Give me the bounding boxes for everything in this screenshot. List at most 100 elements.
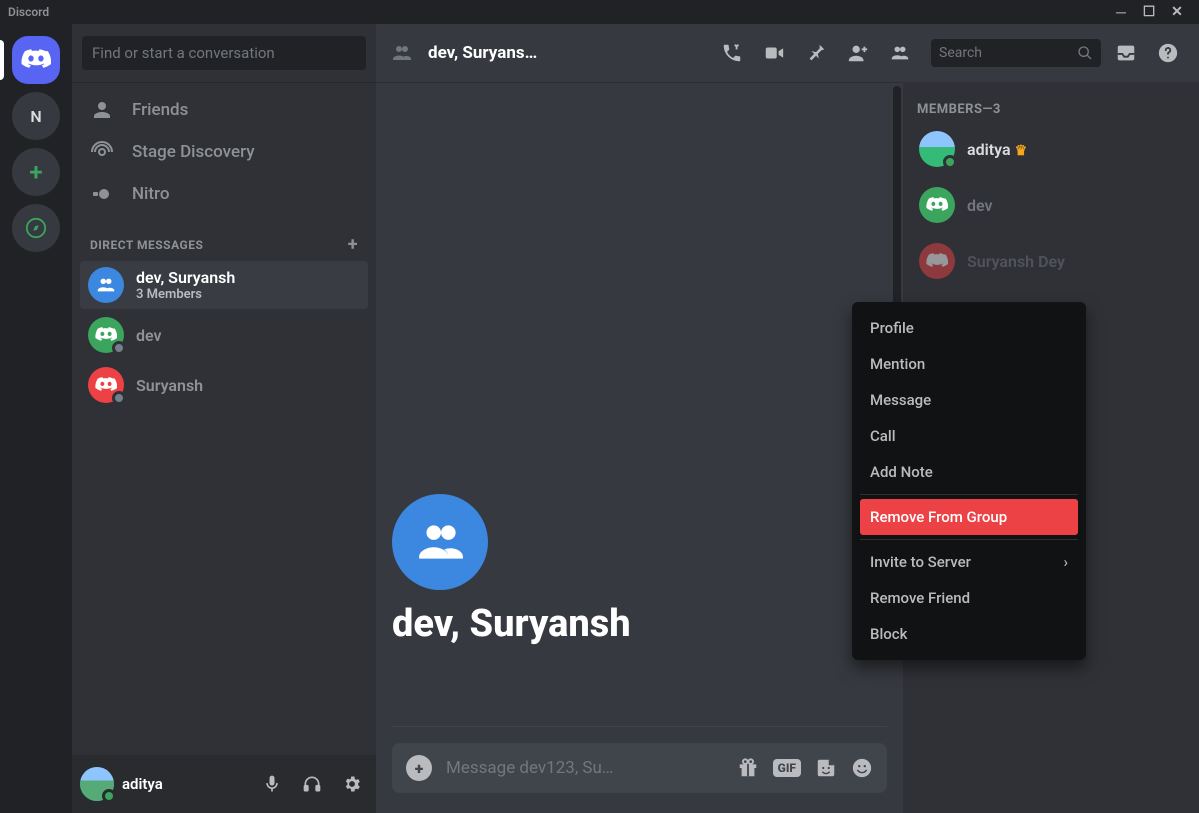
- search-input[interactable]: Search: [931, 39, 1101, 67]
- avatar: [919, 243, 955, 279]
- dm-item-name: dev: [136, 326, 162, 345]
- nitro-icon: [90, 182, 114, 206]
- group-large-avatar-icon: [392, 494, 488, 590]
- discord-clyde-icon: [926, 197, 948, 213]
- emoji-icon: [851, 757, 873, 779]
- context-remove-from-group[interactable]: Remove From Group: [860, 499, 1078, 535]
- sticker-button[interactable]: [815, 757, 837, 779]
- context-separator: [860, 494, 1078, 495]
- nav-nitro-label: Nitro: [132, 184, 170, 204]
- context-block[interactable]: Block: [860, 616, 1078, 652]
- dm-item-dev[interactable]: dev: [80, 311, 368, 359]
- nav-friends-label: Friends: [132, 100, 188, 120]
- deafen-button[interactable]: [296, 768, 328, 800]
- friends-icon: [90, 98, 114, 122]
- create-dm-button[interactable]: +: [348, 234, 358, 255]
- inbox-button[interactable]: [1115, 42, 1143, 64]
- chat-title: dev, Suryans…: [428, 43, 537, 63]
- add-server-button[interactable]: +: [12, 148, 60, 196]
- server-n[interactable]: N: [12, 92, 60, 140]
- nav-stage-discovery[interactable]: Stage Discovery: [80, 132, 368, 172]
- at-icon: [390, 41, 414, 65]
- dm-section-label: DIRECT MESSAGES: [90, 238, 203, 252]
- help-icon: [1157, 42, 1179, 64]
- help-button[interactable]: [1157, 42, 1185, 64]
- dm-sidebar: Find or start a conversation Friends Sta…: [72, 24, 376, 813]
- discord-clyde-icon: [95, 377, 117, 393]
- titlebar: Discord ─ ☐ ✕: [0, 0, 1199, 24]
- online-status-icon: [102, 789, 116, 803]
- context-menu: Profile Mention Message Call Add Note Re…: [852, 302, 1086, 660]
- discord-logo-icon: [21, 49, 51, 71]
- start-video-call-button[interactable]: [763, 42, 791, 64]
- context-message[interactable]: Message: [860, 382, 1078, 418]
- inbox-icon: [1115, 42, 1137, 64]
- person-add-icon: [847, 42, 869, 64]
- compass-icon: [25, 217, 47, 239]
- find-conversation-button[interactable]: Find or start a conversation: [82, 36, 366, 70]
- dm-item-name: Suryansh: [136, 376, 203, 395]
- headphones-icon: [302, 774, 322, 794]
- dm-item-group[interactable]: dev, Suryansh 3 Members: [80, 261, 368, 309]
- phone-icon: [721, 42, 743, 64]
- people-icon: [889, 42, 911, 64]
- attach-button[interactable]: +: [406, 755, 432, 781]
- discord-clyde-icon: [926, 253, 948, 269]
- member-suryansh[interactable]: Suryansh Dey: [917, 237, 1191, 285]
- user-footer: aditya: [72, 755, 376, 813]
- window-minimize-button[interactable]: ─: [1107, 4, 1135, 21]
- composer-placeholder: Message dev123, Su…: [446, 758, 723, 778]
- gift-button[interactable]: [737, 757, 759, 779]
- pin-icon: [805, 42, 827, 64]
- context-call[interactable]: Call: [860, 418, 1078, 454]
- server-selected-pill: [0, 40, 4, 80]
- stage-icon: [90, 140, 114, 164]
- gif-label: GIF: [778, 761, 796, 775]
- chat-header: dev, Suryans… Search: [376, 24, 1199, 82]
- home-button[interactable]: [12, 36, 60, 84]
- member-aditya[interactable]: aditya♛: [917, 125, 1191, 173]
- video-icon: [763, 42, 785, 64]
- window-close-button[interactable]: ✕: [1163, 4, 1191, 20]
- plus-icon: +: [29, 158, 42, 186]
- server-rail: N +: [0, 24, 72, 813]
- chat-messages-area: dev, Suryansh + Message dev123, Su… GIF: [376, 82, 903, 813]
- discord-clyde-icon: [95, 327, 117, 343]
- emoji-button[interactable]: [851, 757, 873, 779]
- microphone-icon: [262, 774, 282, 794]
- context-mention[interactable]: Mention: [860, 346, 1078, 382]
- add-friends-to-dm-button[interactable]: [847, 42, 875, 64]
- search-placeholder: Search: [939, 45, 982, 61]
- dm-item-suryansh[interactable]: Suryansh: [80, 361, 368, 409]
- context-add-note[interactable]: Add Note: [860, 454, 1078, 490]
- nav-stage-label: Stage Discovery: [132, 142, 255, 162]
- plus-icon: +: [415, 759, 424, 778]
- show-member-list-button[interactable]: [889, 42, 917, 64]
- user-settings-button[interactable]: [336, 768, 368, 800]
- member-dev[interactable]: dev: [917, 181, 1191, 229]
- nav-nitro[interactable]: Nitro: [80, 174, 368, 214]
- sticker-icon: [815, 757, 837, 779]
- mute-mic-button[interactable]: [256, 768, 288, 800]
- avatar: [919, 187, 955, 223]
- member-name: dev: [967, 196, 993, 215]
- self-username: aditya: [122, 775, 248, 793]
- server-n-label: N: [30, 107, 41, 126]
- gif-button[interactable]: GIF: [773, 759, 801, 777]
- search-icon: [1077, 45, 1093, 61]
- window-maximize-button[interactable]: ☐: [1135, 4, 1163, 20]
- app-name: Discord: [8, 5, 49, 19]
- avatar-suryansh: [88, 367, 124, 403]
- start-voice-call-button[interactable]: [721, 42, 749, 64]
- welcome-title: dev, Suryansh: [392, 602, 887, 646]
- message-composer[interactable]: + Message dev123, Su… GIF: [392, 743, 887, 793]
- context-invite-to-server[interactable]: Invite to Server ›: [860, 544, 1078, 580]
- member-name: Suryansh Dey: [967, 252, 1065, 271]
- dm-item-name: dev, Suryansh: [136, 268, 235, 287]
- members-header: MEMBERS—3: [917, 102, 1191, 117]
- context-profile[interactable]: Profile: [860, 310, 1078, 346]
- explore-servers-button[interactable]: [12, 204, 60, 252]
- context-remove-friend[interactable]: Remove Friend: [860, 580, 1078, 616]
- nav-friends[interactable]: Friends: [80, 90, 368, 130]
- pinned-messages-button[interactable]: [805, 42, 833, 64]
